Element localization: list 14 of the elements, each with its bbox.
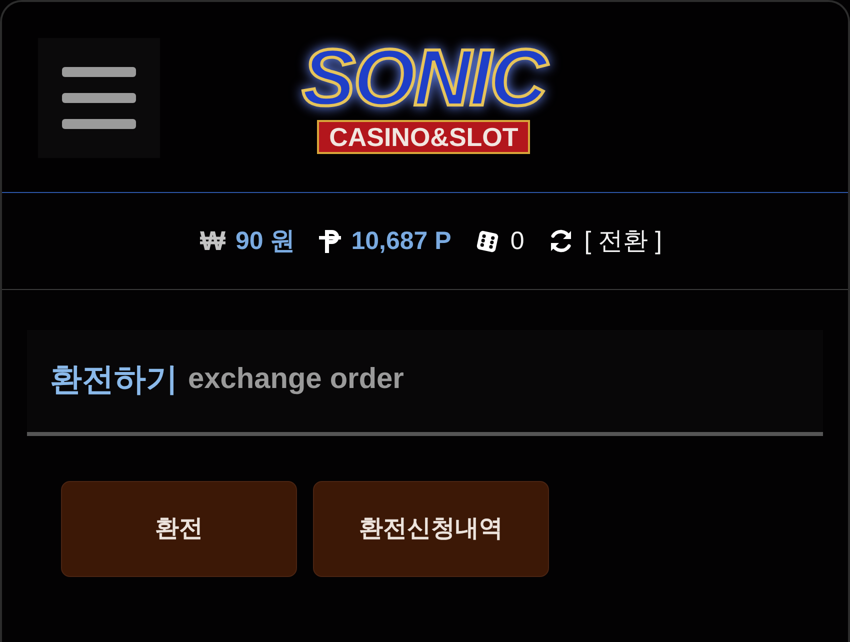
- logo-banner: CASINO&SLOT: [317, 120, 530, 154]
- cash-balance: 90 원: [235, 228, 296, 254]
- menu-icon: [62, 67, 136, 129]
- section-title: 환전하기: [50, 363, 178, 395]
- menu-button[interactable]: [38, 38, 160, 158]
- logo-wordmark: SONIC: [301, 38, 548, 118]
- p-sign-icon: [319, 228, 342, 254]
- section-subtitle: exchange order: [188, 364, 404, 394]
- exchange-button[interactable]: 환전신청내역: [313, 481, 549, 577]
- points-balance: 10,687 P: [351, 228, 452, 254]
- won-symbol: ₩: [200, 228, 226, 254]
- exchange-button[interactable]: 환전: [61, 481, 297, 577]
- convert-link[interactable]: [ 전환 ]: [548, 228, 662, 254]
- dice-count: 0: [510, 228, 524, 254]
